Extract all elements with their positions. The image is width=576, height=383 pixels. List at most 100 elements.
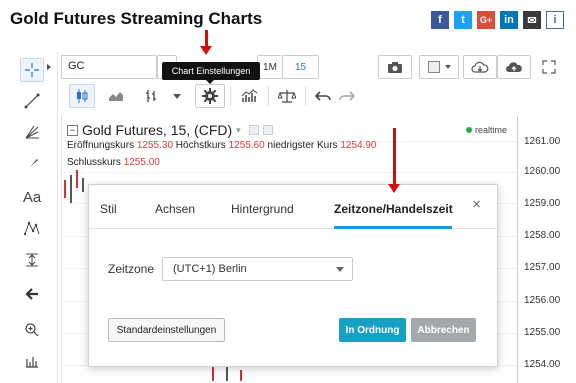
price-tick: 1257.00 [524,262,561,273]
legend-close-row: Schlusskurs 1255.00 [67,157,160,168]
redo-button[interactable] [334,84,360,108]
chart-legend-title: − Gold Futures, 15, (CFD) ▾ [67,122,273,138]
price-tick: 1261.00 [524,136,561,147]
compare-button[interactable] [274,84,300,108]
low-label: niedrigster Kurs [267,140,338,151]
close-icon[interactable]: × [472,196,481,213]
annotation-arrow-head [200,46,212,55]
page-title: Gold Futures Streaming Charts [10,9,263,28]
dialog-tabs: Stil Achsen Hintergrund Zeitzone/Handels… [89,185,497,229]
camera-button[interactable] [378,55,412,79]
area-chart-icon [109,92,123,101]
arrow-left-icon[interactable] [20,282,44,306]
chart-type-dropdown[interactable] [168,84,186,108]
ok-button[interactable]: In Ordnung [339,318,406,342]
tab-zeitzone[interactable]: Zeitzone/Handelszeit [334,202,453,216]
collapse-legend-icon[interactable]: − [67,124,78,136]
toolbar-separator [230,86,231,106]
tab-stil[interactable]: Stil [100,202,117,216]
price-tick: 1259.00 [524,198,561,209]
close-value: 1255.00 [123,157,160,168]
trendline-icon[interactable] [20,89,44,113]
price-axis[interactable]: 1261.00 1260.00 1259.00 1258.00 1257.00 … [517,116,576,383]
color-picker-button[interactable] [419,55,459,79]
chart-settings-dialog: Stil Achsen Hintergrund Zeitzone/Handels… [88,184,498,367]
text-tool-icon[interactable]: Aa [20,185,44,209]
crosshair-icon[interactable] [20,58,44,82]
indicators-icon [241,89,258,102]
indicators-button[interactable] [237,84,263,108]
indicator-ruler-icon[interactable] [20,349,44,373]
timezone-select[interactable]: (UTC+1) Berlin [162,257,353,281]
gear-icon [202,88,218,104]
cloud-load-button[interactable] [463,55,497,79]
linkedin-icon[interactable]: in [500,11,518,29]
status-dot [466,127,472,133]
googleplus-icon[interactable]: G+ [477,11,495,29]
undo-button[interactable] [310,84,336,108]
high-value: 1255.60 [228,140,265,151]
interval-15-button[interactable]: 15 [282,55,319,79]
settings-small-icon[interactable] [262,125,273,135]
timezone-value: (UTC+1) Berlin [173,263,247,275]
measure-icon[interactable] [20,248,44,272]
facebook-icon[interactable]: f [431,11,449,29]
active-tab-indicator [334,226,452,229]
candle [240,370,242,381]
eye-icon[interactable] [248,125,259,135]
price-tick: 1258.00 [524,230,561,241]
fullscreen-icon [542,60,556,74]
low-value: 1254.90 [340,140,377,151]
email-icon[interactable]: ✉ [523,11,541,29]
chevron-down-icon [444,65,451,69]
legend-ohlc-row: Eröffnungskurs 1255.30 Höchstkurs 1255.6… [67,140,377,151]
twitter-icon[interactable]: t [454,11,472,29]
chevron-down-icon[interactable]: ▾ [236,125,241,136]
tab-hintergrund[interactable]: Hintergrund [231,202,294,216]
cancel-button[interactable]: Abbrechen [411,318,476,342]
close-label: Schlusskurs [67,157,121,168]
ohlc-bars-icon [146,90,156,102]
drawing-toolbar: Aa [8,52,58,383]
bars-style-button[interactable] [138,84,164,108]
redo-icon [339,91,355,101]
interval-1m-button[interactable]: 1M [257,55,282,79]
toolbar-separator [268,86,269,106]
toolbar-expand-arrow[interactable] [47,64,51,70]
chevron-down-icon [173,93,181,99]
candle [76,170,78,188]
brush-icon[interactable] [20,152,44,176]
candle [226,367,228,381]
grid-line [61,172,517,173]
undo-icon [315,91,331,101]
price-tick: 1254.00 [524,359,561,370]
reset-defaults-button[interactable]: Standardeinstellungen [108,318,225,342]
candle [212,365,214,381]
fullscreen-button[interactable] [537,55,561,79]
page: Gold Futures Streaming Charts f t G+ in … [0,0,576,383]
toolbar-separator [305,86,306,106]
price-tick: 1260.00 [524,166,561,177]
open-label: Eröffnungskurs [67,140,135,151]
pattern-icon[interactable] [20,216,44,240]
high-label: Höchstkurs [175,140,226,151]
tab-achsen[interactable]: Achsen [155,202,195,216]
timezone-label: Zeitzone [108,262,155,276]
candlestick-icon [77,89,88,103]
price-tick: 1255.00 [524,327,561,338]
cloud-save-button[interactable] [497,55,531,79]
area-style-button[interactable] [103,84,129,108]
camera-icon [388,61,402,73]
candles-style-button[interactable] [69,84,95,108]
info-icon[interactable]: i [546,11,564,29]
fib-fan-icon[interactable] [20,120,44,144]
open-value: 1255.30 [136,140,174,151]
annotation-arrow-head [388,184,400,193]
symbol-input[interactable]: GC [61,55,157,79]
zoom-in-icon[interactable] [20,318,44,342]
social-bar: f t G+ in ✉ i [431,11,564,29]
cloud-upload-icon [506,61,522,72]
cloud-download-icon [471,61,489,73]
chart-settings-button[interactable] [195,84,225,108]
realtime-label: realtime [475,125,508,135]
